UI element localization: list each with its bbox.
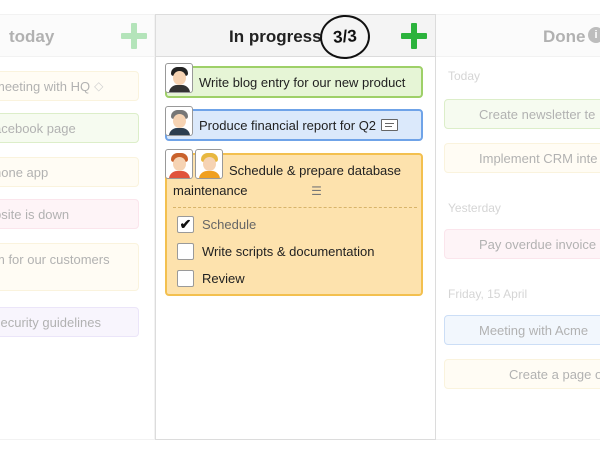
today-card-label: hone app (0, 164, 49, 180)
column-in-progress-title: In progress (229, 27, 322, 46)
column-done-header: Done i (436, 15, 600, 57)
today-card-label: meeting with HQ (0, 78, 91, 94)
task-card-label: Produce financial report for Q2 (199, 117, 377, 133)
subtask-label: Schedule (202, 217, 257, 232)
add-card-today-plus-icon[interactable] (121, 23, 147, 49)
column-in-progress-header: In progress 3/3 (156, 13, 435, 61)
today-card-label: acebook page (0, 120, 76, 136)
done-card-label: Create newsletter te (479, 106, 596, 122)
done-section-friday: Friday, 15 April (448, 287, 528, 301)
subtask-list: ✔ Schedule Write scripts & documentation… (177, 211, 374, 292)
task-card-financial-report[interactable]: Produce financial report for Q2 (165, 106, 423, 141)
subtask-item[interactable]: Review (177, 265, 374, 292)
column-today: today meeting with HQ ◇ acebook page hon… (0, 14, 155, 440)
subtask-checkbox[interactable] (177, 270, 194, 287)
tag-icon: ◇ (94, 79, 104, 93)
today-card-label: psite is down (0, 206, 70, 222)
done-card[interactable]: Implement CRM inte (444, 143, 600, 173)
avatar (165, 106, 193, 136)
today-card[interactable]: m for our customers (0, 243, 139, 291)
column-in-progress: In progress 3/3 Write blog entry for our… (155, 13, 436, 440)
today-card-label: m for our customers (0, 252, 110, 267)
done-section-today: Today (448, 69, 481, 83)
subtask-label: Write scripts & documentation (202, 244, 375, 259)
today-card[interactable]: hone app (0, 157, 139, 187)
subtask-item[interactable]: ✔ Schedule (177, 211, 374, 238)
avatar (165, 63, 193, 93)
note-icon (381, 119, 399, 131)
checklist-icon: ☰ (311, 184, 322, 198)
today-card[interactable]: acebook page (0, 113, 139, 143)
done-card-label: Create a page o (509, 366, 600, 382)
task-card-database-maintenance[interactable]: Schedule & prepare database maintenance … (165, 149, 423, 296)
column-today-header: today (0, 15, 154, 57)
subtask-label: Review (202, 271, 245, 286)
subtask-item[interactable]: Write scripts & documentation (177, 238, 374, 265)
task-card-title: Schedule & prepare database maintenance … (173, 161, 413, 201)
today-card-label: security guidelines (0, 314, 101, 330)
subtask-divider (173, 207, 417, 208)
done-card-label: Meeting with Acme (479, 322, 589, 338)
task-card-label: Write blog entry for our new product (199, 74, 406, 90)
column-done-title: Done (543, 27, 586, 46)
wip-count-badge: 3/3 (318, 13, 372, 61)
done-card[interactable]: Pay overdue invoice (444, 229, 600, 259)
done-card-label: Implement CRM inte (479, 150, 598, 166)
task-card-blog-entry[interactable]: Write blog entry for our new product (165, 63, 423, 98)
subtask-checkbox-checked[interactable]: ✔ (177, 216, 194, 233)
done-card[interactable]: Create newsletter te (444, 99, 600, 129)
today-card[interactable]: security guidelines (0, 307, 139, 337)
subtask-checkbox[interactable] (177, 243, 194, 260)
done-card[interactable]: Meeting with Acme (444, 315, 600, 345)
column-done: Done i Today Create newsletter te Implem… (435, 14, 600, 440)
info-icon[interactable]: i (588, 27, 600, 43)
add-card-in-progress-plus-icon[interactable] (401, 23, 427, 49)
done-card-label: Pay overdue invoice (479, 236, 597, 252)
today-card[interactable]: psite is down (0, 199, 139, 229)
done-section-yesterday: Yesterday (448, 201, 501, 215)
done-card[interactable]: Create a page o (444, 359, 600, 389)
column-today-title: today (9, 27, 55, 46)
today-card[interactable]: meeting with HQ ◇ (0, 71, 139, 101)
